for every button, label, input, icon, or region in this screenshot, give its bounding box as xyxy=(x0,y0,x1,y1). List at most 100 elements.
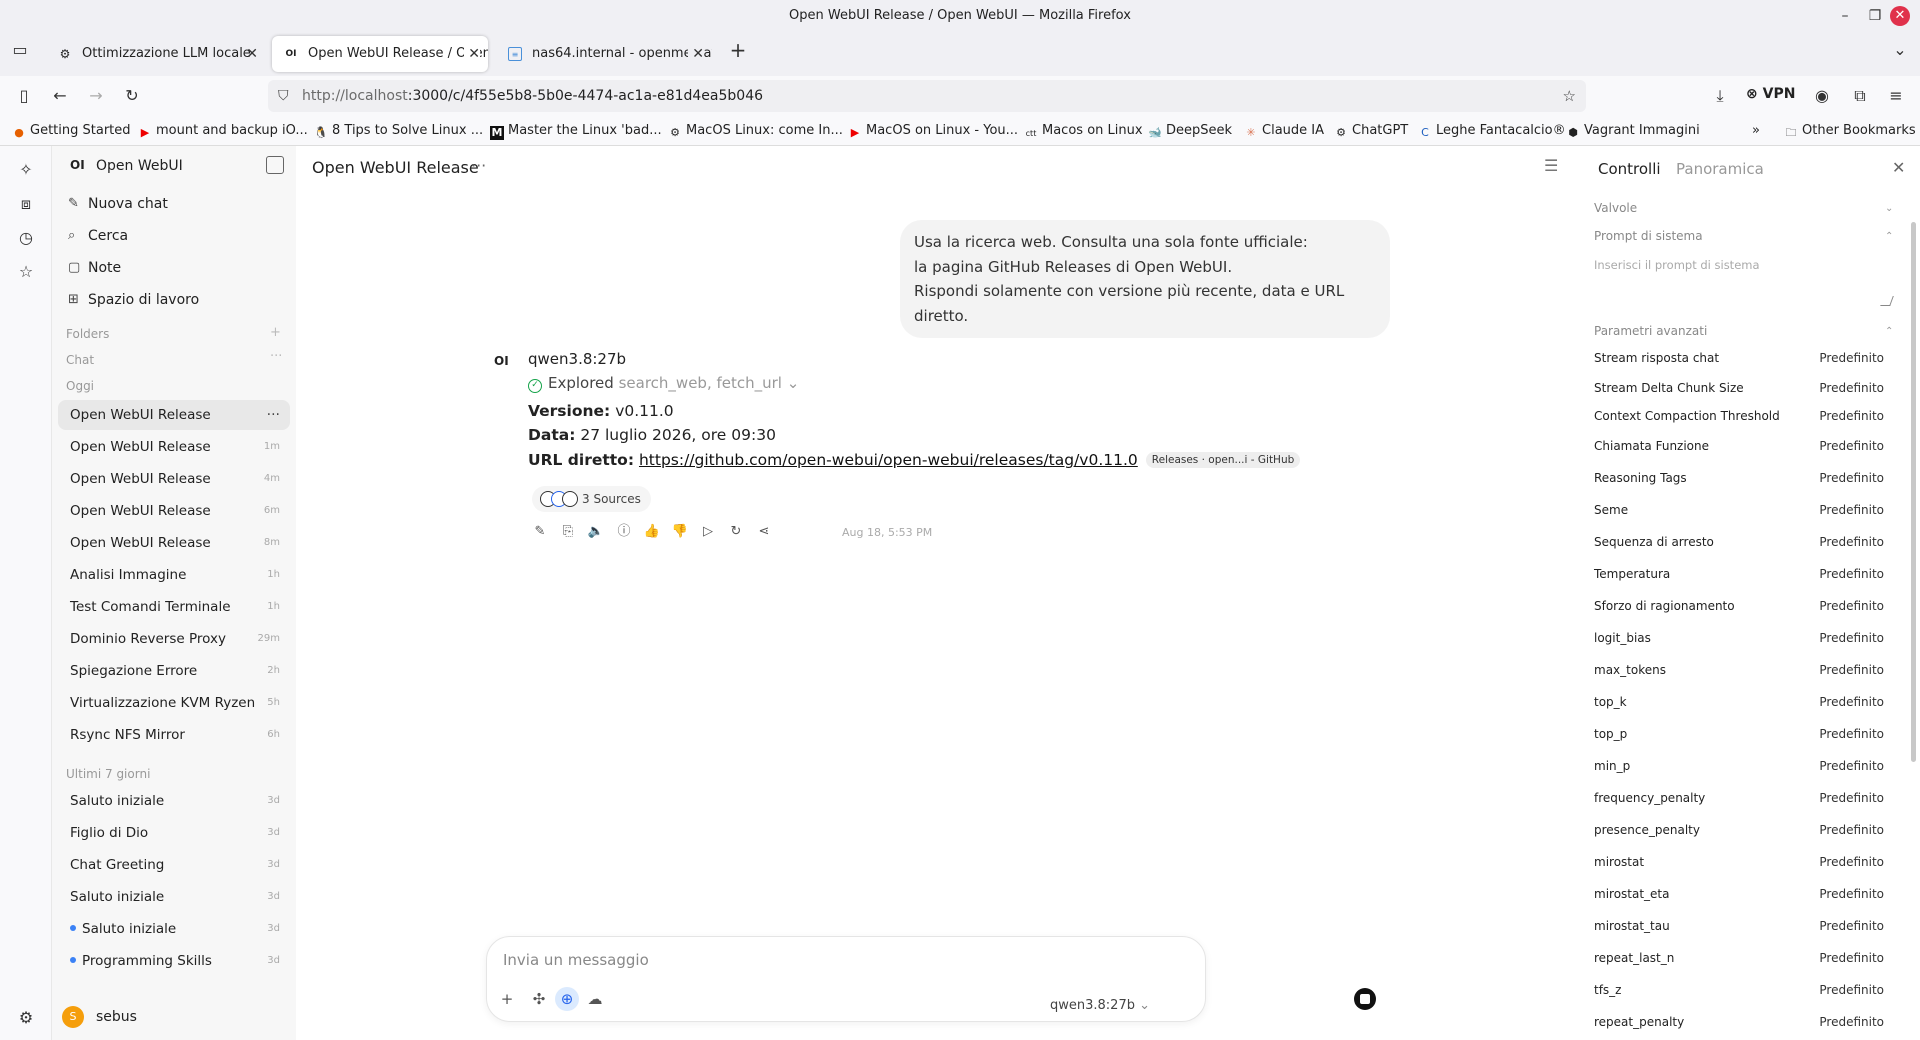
tool-status[interactable]: ✓ Explored search_web, fetch_url ⌄ xyxy=(528,374,799,393)
tab-controlli[interactable]: Controlli xyxy=(1598,160,1661,178)
param-row[interactable]: min_p Predefinito xyxy=(1594,759,1894,779)
param-value[interactable]: Predefinito xyxy=(1819,887,1884,901)
bookmark-item[interactable]: 🐋 DeepSeek xyxy=(1148,116,1232,146)
close-window-icon[interactable]: ✕ xyxy=(1890,6,1910,26)
bookmark-item[interactable]: ⬢ Vagrant Immagini xyxy=(1566,116,1700,146)
chat-item[interactable]: Spiegazione Errore 2h xyxy=(58,656,290,686)
share-icon[interactable]: ⋖ xyxy=(752,520,776,544)
param-value[interactable]: Predefinito xyxy=(1819,439,1884,453)
tab-ottimizzazione[interactable]: ⚙ Ottimizzazione LLM locale ✕ xyxy=(46,36,266,72)
param-value[interactable]: Predefinito xyxy=(1819,535,1884,549)
close-tab-icon[interactable]: ✕ xyxy=(246,36,258,72)
new-chat-button[interactable]: ✎ Nuova chat xyxy=(64,190,284,218)
bookmark-item[interactable]: ⚙ ChatGPT xyxy=(1334,116,1408,146)
valves-section[interactable]: Valvole xyxy=(1594,201,1637,215)
sidebar-toggle-icon[interactable]: ▯ xyxy=(10,82,38,110)
web-search-icon[interactable]: ⊕ xyxy=(555,987,579,1011)
downloads-icon[interactable]: ⤓ xyxy=(1706,82,1734,110)
sidebar-collapse-icon[interactable] xyxy=(266,156,284,174)
account-icon[interactable]: ◉ xyxy=(1808,82,1836,110)
bookmark-item[interactable]: 🐧 8 Tips to Solve Linux ... xyxy=(314,116,483,146)
bookmark-item[interactable]: ✳ Claude IA xyxy=(1244,116,1324,146)
chat-item[interactable]: Open WebUI Release 6m xyxy=(58,496,290,526)
chat-item[interactable]: Programming Skills 3d xyxy=(58,946,290,976)
param-row[interactable]: presence_penalty Predefinito xyxy=(1594,823,1894,843)
chat-item[interactable]: Rsync NFS Mirror 6h xyxy=(58,720,290,750)
param-row[interactable]: mirostat_eta Predefinito xyxy=(1594,887,1894,907)
chat-menu-icon[interactable]: ··· xyxy=(471,156,486,175)
thumbs-down-icon[interactable]: 👎 xyxy=(668,520,692,544)
chat-item[interactable]: Test Comandi Terminale 1h xyxy=(58,592,290,622)
tab-open-webui[interactable]: OI Open WebUI Release / Open WebUI ✕ xyxy=(272,36,488,72)
system-prompt-section[interactable]: Prompt di sistema xyxy=(1594,229,1703,243)
bookmark-item[interactable]: ⚙ MacOS Linux: come In... xyxy=(668,116,843,146)
chat-item[interactable]: Saluto iniziale 3d xyxy=(58,882,290,912)
param-row[interactable]: top_k Predefinito xyxy=(1594,695,1894,715)
controls-toggle-icon[interactable]: ☰ xyxy=(1544,156,1558,175)
param-value[interactable]: Predefinito xyxy=(1819,471,1884,485)
add-folder-icon[interactable]: + xyxy=(270,325,281,340)
param-row[interactable]: mirostat_tau Predefinito xyxy=(1594,919,1894,939)
param-row[interactable]: Temperatura Predefinito xyxy=(1594,567,1894,587)
param-value[interactable]: Predefinito xyxy=(1819,855,1884,869)
resize-handle-icon[interactable] xyxy=(1880,296,1894,306)
param-row[interactable]: max_tokens Predefinito xyxy=(1594,663,1894,683)
add-attachment-icon[interactable]: + xyxy=(495,987,519,1011)
tab-list-icon[interactable]: ▭ xyxy=(6,36,34,64)
edit-icon[interactable]: ✎ xyxy=(528,520,552,544)
param-value[interactable]: Predefinito xyxy=(1819,759,1884,773)
param-value[interactable]: Predefinito xyxy=(1819,381,1884,395)
param-row[interactable]: Reasoning Tags Predefinito xyxy=(1594,471,1894,491)
advanced-params-section[interactable]: Parametri avanzati xyxy=(1594,324,1707,338)
chat-heading[interactable]: Chat xyxy=(66,353,94,367)
chat-more-icon[interactable]: ··· xyxy=(267,400,280,430)
sources-button[interactable]: 3 Sources xyxy=(532,486,651,512)
thumbs-up-icon[interactable]: 👍 xyxy=(640,520,664,544)
param-row[interactable]: Sequenza di arresto Predefinito xyxy=(1594,535,1894,555)
chat-item-selected[interactable]: Open WebUI Release ··· xyxy=(58,400,290,430)
bookmark-item[interactable]: ▶ MacOS on Linux - You... xyxy=(848,116,1018,146)
url-bar[interactable]: ⛉ http://localhost:3000/c/4f55e5b8-5b0e-… xyxy=(268,80,1586,112)
bookmark-item[interactable]: C Leghe Fantacalcio® xyxy=(1418,116,1565,146)
param-value[interactable]: Predefinito xyxy=(1819,351,1884,365)
param-value[interactable]: Predefinito xyxy=(1819,663,1884,677)
chat-item[interactable]: Dominio Reverse Proxy 29m xyxy=(58,624,290,654)
param-value[interactable]: Predefinito xyxy=(1819,791,1884,805)
param-value[interactable]: Predefinito xyxy=(1819,631,1884,645)
param-value[interactable]: Predefinito xyxy=(1819,599,1884,613)
chat-item[interactable]: Figlio di Dio 3d xyxy=(58,818,290,848)
close-tab-icon[interactable]: ✕ xyxy=(464,36,480,72)
cloud-icon[interactable]: ☁ xyxy=(583,987,607,1011)
bookmark-item[interactable]: ● Getting Started xyxy=(12,116,130,146)
bookmarks-star-icon[interactable]: ☆ xyxy=(14,260,38,284)
param-row[interactable]: frequency_penalty Predefinito xyxy=(1594,791,1894,811)
more-bookmarks-icon[interactable]: » xyxy=(1752,116,1760,146)
bookmark-item[interactable]: M Master the Linux 'bad... xyxy=(490,116,662,146)
bookmark-item[interactable]: ▶ mount and backup iO... xyxy=(138,116,308,146)
bookmark-item[interactable]: ctt Macos on Linux xyxy=(1024,116,1143,146)
folders-heading[interactable]: Folders xyxy=(66,327,109,341)
sidebar-title[interactable]: Open WebUI xyxy=(96,158,183,174)
extensions-icon[interactable]: ⧉ xyxy=(1846,82,1874,110)
chat-item[interactable]: Chat Greeting 3d xyxy=(58,850,290,880)
other-bookmarks[interactable]: 🗀 Other Bookmarks xyxy=(1784,116,1916,146)
tab-panoramica[interactable]: Panoramica xyxy=(1676,160,1764,178)
bookmark-star-icon[interactable]: ☆ xyxy=(1563,80,1576,112)
param-row[interactable]: tfs_z Predefinito xyxy=(1594,983,1894,1003)
param-row[interactable]: Seme Predefinito xyxy=(1594,503,1894,523)
param-value[interactable]: Predefinito xyxy=(1819,823,1884,837)
param-value[interactable]: Predefinito xyxy=(1819,567,1884,581)
avatar[interactable]: S xyxy=(62,1006,84,1028)
search-button[interactable]: ⌕ Cerca xyxy=(64,222,284,250)
param-value[interactable]: Predefinito xyxy=(1819,919,1884,933)
copy-icon[interactable]: ⎘ xyxy=(556,520,580,544)
param-row[interactable]: Stream Delta Chunk Size Predefinito xyxy=(1594,381,1894,401)
chat-item[interactable]: Analisi Immagine 1h xyxy=(58,560,290,590)
param-value[interactable]: Predefinito xyxy=(1819,727,1884,741)
chat-item[interactable]: Virtualizzazione KVM Ryzen 5h xyxy=(58,688,290,718)
close-tab-icon[interactable]: ✕ xyxy=(688,36,704,72)
composer-model-select[interactable]: qwen3.8:27b ⌄ xyxy=(1050,998,1150,1013)
stop-button[interactable] xyxy=(1354,988,1376,1010)
settings-gear-icon[interactable]: ⚙ xyxy=(14,1006,38,1030)
chat-item[interactable]: Open WebUI Release 8m xyxy=(58,528,290,558)
